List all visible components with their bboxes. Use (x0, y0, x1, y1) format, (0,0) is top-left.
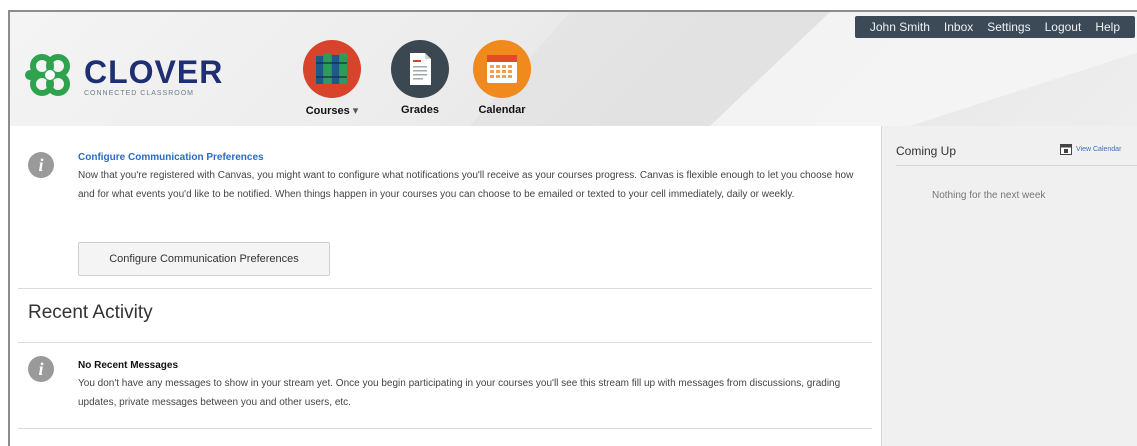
document-icon (391, 40, 449, 98)
view-calendar-link[interactable]: View Calendar (1060, 144, 1121, 155)
info-icon: i (28, 152, 54, 178)
topnav-inbox[interactable]: Inbox (944, 20, 973, 34)
configure-preferences-link[interactable]: Configure Communication Preferences (78, 152, 264, 163)
no-messages-title: No Recent Messages (78, 360, 179, 371)
no-messages-body: You don't have any messages to show in y… (78, 378, 841, 408)
configure-preferences-button[interactable]: Configure Communication Preferences (78, 242, 330, 276)
calendar-small-icon (1060, 144, 1072, 155)
logo-wordmark: CLOVER (84, 53, 224, 90)
nav-courses-label: Courses (305, 105, 350, 117)
view-calendar-label: View Calendar (1076, 146, 1122, 153)
sidebar: Coming Up View Calendar Nothing for the … (881, 126, 1137, 446)
divider (18, 428, 872, 429)
topnav-settings[interactable]: Settings (987, 20, 1030, 34)
notice-body: Now that you're registered with Canvas, … (78, 170, 854, 200)
logo-subtitle: CONNECTED CLASSROOM (84, 89, 195, 97)
app-window: John Smith Inbox Settings Logout Help CL… (8, 10, 1137, 446)
nav-grades[interactable]: Grades (380, 40, 460, 116)
nav-grades-label: Grades (401, 104, 439, 116)
divider (896, 165, 1137, 166)
recent-activity-heading: Recent Activity (28, 302, 153, 323)
topnav-logout[interactable]: Logout (1045, 20, 1082, 34)
divider (18, 342, 872, 343)
clover-logo[interactable]: CLOVER CONNECTED CLASSROOM (22, 52, 223, 100)
chevron-down-icon: ▾ (352, 105, 359, 117)
clover-logo-icon (25, 54, 70, 96)
top-navigation: John Smith Inbox Settings Logout Help (854, 16, 1135, 38)
nav-calendar[interactable]: Calendar (462, 40, 542, 116)
calendar-icon (473, 40, 531, 98)
books-icon (303, 40, 361, 98)
nav-courses[interactable]: Courses ▾ (292, 40, 372, 117)
header: John Smith Inbox Settings Logout Help CL… (10, 12, 1137, 126)
coming-up-heading: Coming Up (896, 144, 957, 158)
topnav-help[interactable]: Help (1095, 20, 1120, 34)
info-icon: i (28, 356, 54, 382)
nav-calendar-label: Calendar (478, 104, 526, 116)
topnav-user[interactable]: John Smith (870, 20, 930, 34)
main-content: i Configure Communication Preferences No… (10, 126, 880, 446)
divider (18, 288, 872, 289)
no-upcoming-text: Nothing for the next week (932, 190, 1046, 201)
